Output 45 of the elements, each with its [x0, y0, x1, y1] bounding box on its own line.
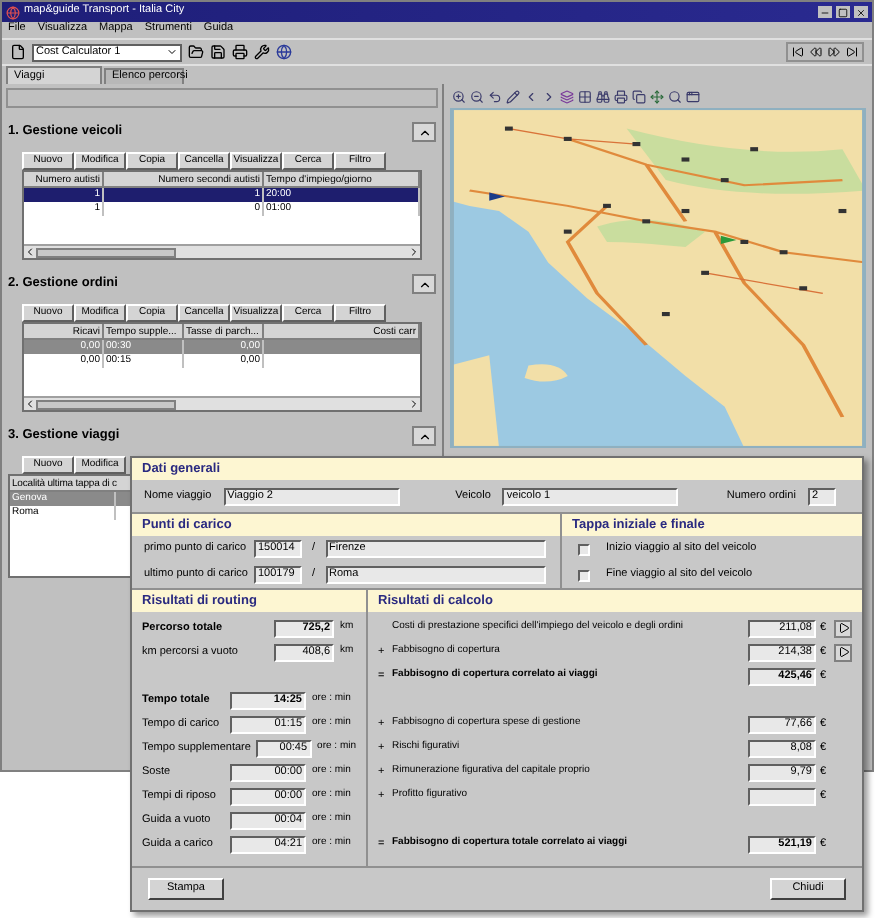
arrow-left-icon[interactable] — [524, 89, 538, 103]
grid-icon[interactable] — [578, 89, 592, 103]
details-button[interactable] — [834, 643, 852, 661]
scrollbar[interactable] — [24, 244, 420, 258]
collapse-icon — [417, 125, 431, 139]
collapse-icon — [417, 277, 431, 291]
minimize-icon[interactable] — [820, 7, 830, 17]
arrow-right-icon[interactable] — [542, 89, 556, 103]
scrollbar[interactable] — [24, 396, 420, 410]
wrench-icon[interactable] — [254, 44, 270, 60]
skip-forward-icon[interactable] — [846, 46, 858, 58]
zoom-in-icon[interactable] — [452, 89, 466, 103]
dropdown-caret-icon — [166, 46, 178, 58]
undo-icon[interactable] — [488, 89, 502, 103]
collapse-button[interactable] — [412, 122, 436, 142]
move-icon[interactable] — [650, 89, 664, 103]
details-button[interactable] — [834, 619, 852, 637]
search-icon[interactable] — [668, 89, 682, 103]
map-printer-icon[interactable] — [614, 89, 628, 103]
copy-icon[interactable] — [632, 89, 646, 103]
rewind-icon[interactable] — [810, 46, 822, 58]
collapse-button[interactable] — [412, 274, 436, 294]
binoculars-icon[interactable] — [596, 89, 610, 103]
collapse-icon — [417, 429, 431, 443]
scroll-left-icon[interactable] — [24, 398, 36, 410]
fast-forward-icon[interactable] — [828, 46, 840, 58]
app-icon — [6, 5, 20, 19]
checkbox[interactable] — [578, 543, 590, 555]
window-icon[interactable] — [686, 89, 700, 103]
maximize-icon[interactable] — [838, 7, 848, 17]
save-icon[interactable] — [210, 44, 226, 60]
globe-icon[interactable] — [276, 44, 292, 60]
skip-back-icon[interactable] — [792, 46, 804, 58]
pencil-icon[interactable] — [506, 89, 520, 103]
result-field[interactable] — [748, 787, 816, 805]
zoom-out-icon[interactable] — [470, 89, 484, 103]
layers-icon[interactable] — [560, 89, 574, 103]
checkbox[interactable] — [578, 569, 590, 581]
new-file-icon[interactable] — [10, 44, 26, 60]
scroll-right-icon[interactable] — [408, 398, 420, 410]
printer-icon[interactable] — [232, 44, 248, 60]
scroll-left-icon[interactable] — [24, 246, 36, 258]
collapse-button[interactable] — [412, 426, 436, 446]
folder-icon[interactable] — [188, 44, 204, 60]
scroll-right-icon[interactable] — [408, 246, 420, 258]
